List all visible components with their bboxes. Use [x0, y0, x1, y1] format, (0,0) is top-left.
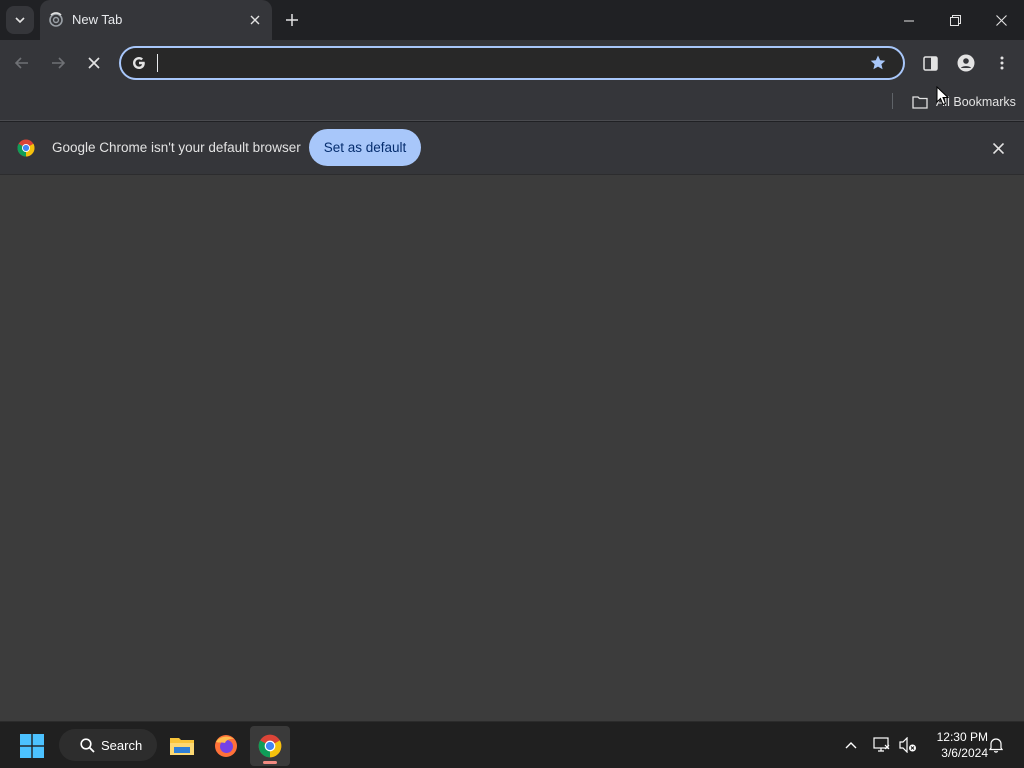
close-icon: [992, 142, 1004, 154]
minimize-button[interactable]: [891, 4, 927, 36]
search-icon: [80, 737, 95, 753]
clock-date: 3/6/2024: [941, 746, 988, 760]
omnibox-input[interactable]: [155, 52, 855, 74]
notifications-button[interactable]: [985, 734, 1007, 756]
tab-strip: New Tab: [0, 0, 1024, 40]
file-explorer-icon: [170, 738, 194, 755]
default-browser-infobar: Google Chrome isn't your default browser…: [0, 122, 1024, 175]
windows-icon: [20, 734, 44, 758]
star-icon[interactable]: [869, 54, 887, 72]
chrome-icon: [258, 734, 282, 758]
back-button[interactable]: [8, 49, 36, 77]
menu-icon: [1000, 56, 1004, 70]
folder-icon: [912, 96, 928, 109]
side-panel-button[interactable]: [918, 51, 942, 75]
firefox-icon: [215, 735, 237, 757]
close-window-button[interactable]: [983, 4, 1019, 36]
text-caret: [157, 54, 158, 72]
show-hidden-icons-button[interactable]: [840, 734, 862, 756]
tab-new-tab[interactable]: New Tab: [40, 0, 272, 40]
taskbar-clock[interactable]: 12:30 PM 3/6/2024: [922, 729, 988, 761]
stop-loading-button[interactable]: [80, 49, 108, 77]
all-bookmarks-button[interactable]: All Bookmarks: [906, 90, 1022, 114]
set-as-default-button[interactable]: Set as default: [309, 129, 421, 166]
network-icon: [873, 737, 890, 752]
page-content: [0, 175, 1024, 721]
volume-button[interactable]: [897, 734, 919, 756]
taskbar-firefox[interactable]: [206, 726, 246, 766]
new-tab-icon: [286, 14, 298, 26]
restore-icon: [949, 14, 961, 26]
stop-icon: [88, 57, 100, 69]
start-button[interactable]: [14, 728, 50, 764]
profile-button[interactable]: [954, 51, 978, 75]
taskbar-file-explorer[interactable]: [162, 726, 202, 766]
taskbar-chrome[interactable]: [250, 726, 290, 766]
taskbar-search[interactable]: Search: [59, 729, 157, 761]
infobar-close-button[interactable]: [988, 138, 1008, 158]
omnibox[interactable]: [119, 46, 905, 80]
tab-search-icon: [15, 17, 25, 24]
mouse-cursor-icon: [936, 86, 950, 106]
side-panel-icon: [922, 55, 938, 71]
network-button[interactable]: [871, 734, 893, 756]
new-tab-button[interactable]: [280, 8, 304, 32]
taskbar: Search 12:30 PM 3/6/2024: [0, 721, 1024, 768]
loading-favicon-icon: [49, 12, 63, 27]
chevron-up-icon: [845, 742, 857, 749]
bookmarks-divider: [892, 93, 893, 109]
clock-time: 12:30 PM: [936, 730, 988, 744]
tab-close-button[interactable]: [246, 11, 264, 29]
google-icon: [133, 57, 145, 69]
forward-button[interactable]: [44, 49, 72, 77]
volume-muted-icon: [899, 737, 916, 753]
toolbar: [0, 40, 1024, 86]
tab-search-button[interactable]: [6, 6, 34, 34]
profile-icon: [957, 54, 975, 72]
taskbar-search-label: Search: [101, 737, 143, 753]
close-icon: [995, 14, 1007, 26]
menu-button[interactable]: [990, 51, 1014, 75]
tab-title: New Tab: [72, 12, 123, 27]
infobar-message: Google Chrome isn't your default browser: [52, 140, 301, 155]
chrome-window: New Tab All Bookmarks Google Chrome isn'…: [0, 0, 1024, 768]
close-icon: [250, 15, 260, 25]
bookmarks-bar: All Bookmarks: [0, 86, 1024, 121]
back-icon: [14, 57, 28, 69]
forward-icon: [52, 57, 66, 69]
minimize-icon: [903, 20, 914, 21]
restore-button[interactable]: [937, 4, 973, 36]
active-app-indicator: [263, 761, 277, 764]
bell-icon: [989, 738, 1003, 753]
chrome-icon: [17, 139, 35, 157]
